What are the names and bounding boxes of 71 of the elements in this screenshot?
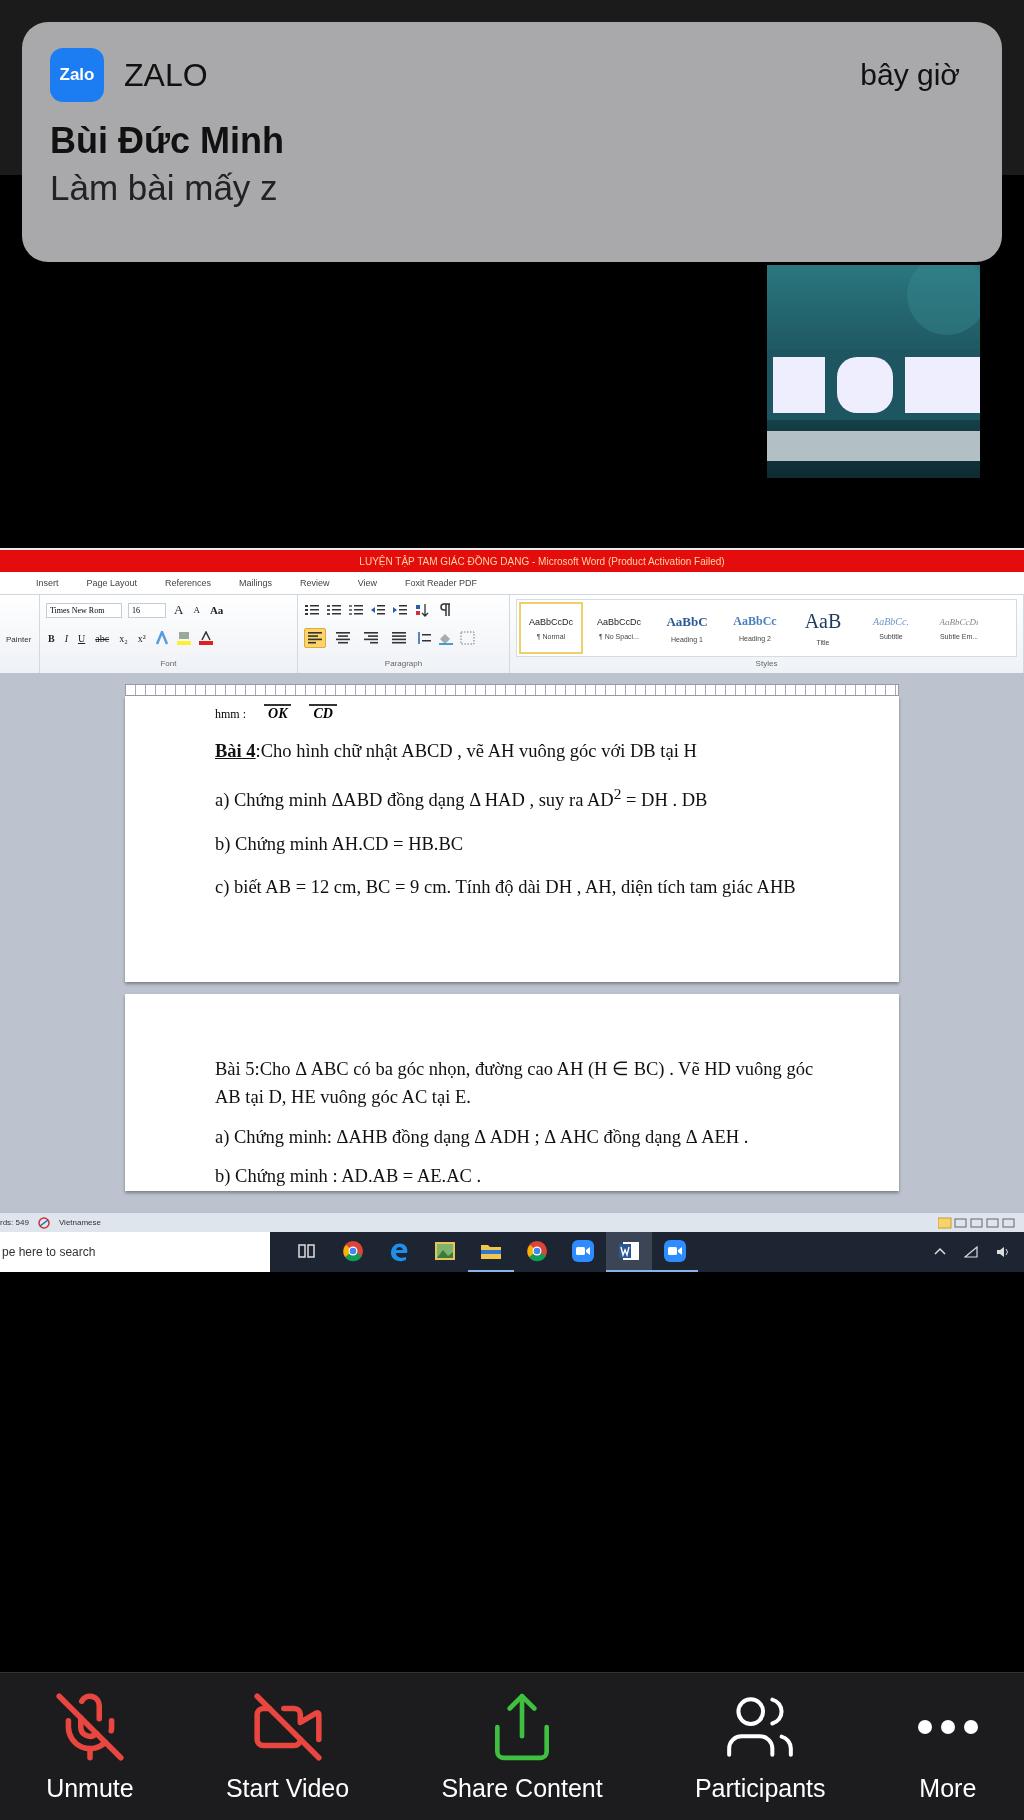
notification-time: bây giờ	[860, 58, 960, 92]
paragraph: Bài 4:Cho hình chữ nhật ABCD , vẽ AH vuông góc với DB tại H	[215, 740, 698, 763]
video-camera-icon[interactable]	[572, 1240, 594, 1262]
toolbar-button[interactable]: Participants	[690, 1682, 830, 1811]
font-button[interactable]: Aa	[207, 604, 226, 616]
paragraph: a) Chứng minh: ΔAHB đồng dạng Δ ADH ; Δ AHC đồng dạng Δ AEH .	[215, 1125, 750, 1149]
paragraph: a) Chứng minh ΔABD đồng dạng Δ HAD , suy ra AD$^{2}$ = DH . DB	[215, 783, 709, 812]
network-icon[interactable]	[964, 1246, 978, 1258]
fraction-denominator: OK	[264, 704, 292, 722]
align-left-button[interactable]	[304, 628, 326, 648]
shading-icon[interactable]	[438, 631, 454, 645]
search-field[interactable]: pe here to search	[0, 1232, 270, 1272]
notification-banner[interactable]: Zalo ZALO bây giờ Bùi Đức Minh Làm bài mấy z	[22, 22, 1002, 262]
group-label: Font	[159, 659, 178, 670]
word-count: rds: 549	[0, 1218, 29, 1227]
toolbar-button[interactable]: Unmute	[42, 1682, 138, 1811]
spelling-icon	[36, 1216, 51, 1229]
speaker-icon[interactable]	[996, 1246, 1010, 1258]
browser-icon[interactable]	[342, 1240, 364, 1262]
toolbar-button[interactable]: More	[913, 1682, 982, 1811]
paragraph: Bài 5:Cho Δ ABC có ba góc nhọn, đường cao AH (H ∈ BC) . Vẽ HD vuông góc AB tại D, HE vuông góc AC tại E.	[215, 1058, 815, 1109]
message-text: Làm bài mấy z	[50, 168, 279, 208]
numbered-list-icon[interactable]	[326, 603, 342, 617]
task-view-icon[interactable]	[298, 1243, 316, 1259]
ribbon-tab[interactable]: Foxit Reader PDF	[391, 578, 491, 588]
ribbon-tab[interactable]: Review	[286, 578, 344, 588]
app-name: ZALO	[124, 56, 209, 94]
window-title: LUYỆN TẬP TAM GIÁC ĐỒNG DẠNG - Microsoft Word (Product Activation Failed)	[359, 555, 725, 567]
ribbon-tab[interactable]: Page Layout	[72, 578, 152, 588]
format-button[interactable]: I	[62, 632, 70, 644]
more-icon	[917, 1720, 978, 1734]
sender-name: Bùi Đức Minh	[50, 120, 286, 162]
group-label: Styles	[754, 659, 779, 670]
paragraph: b) Chứng minh : AD.AB = AE.AC .	[215, 1165, 483, 1189]
format-button[interactable]: B	[46, 632, 57, 644]
bullet-list-icon[interactable]	[304, 603, 320, 617]
increase-indent-icon[interactable]	[392, 603, 408, 617]
ribbon-tab[interactable]: Mailings	[225, 578, 287, 588]
fraction-denominator: CD	[309, 704, 337, 722]
document-icon[interactable]	[618, 1240, 640, 1262]
text-effect-icon[interactable]	[153, 631, 170, 645]
format-button[interactable]: x₂	[117, 632, 130, 644]
text-line: hmm :	[215, 707, 246, 722]
decrease-indent-icon[interactable]	[370, 603, 386, 617]
line-spacing-icon[interactable]	[416, 631, 432, 645]
toolbar-button[interactable]: Start Video	[221, 1682, 354, 1811]
paragraph: c) biết AB = 12 cm, BC = 9 cm. Tính độ dài DH , AH, diện tích tam giác AHB	[215, 876, 797, 900]
chevron-up-icon[interactable]	[934, 1246, 946, 1256]
ribbon-tab[interactable]: View	[343, 578, 391, 588]
ribbon-tab[interactable]: Insert	[22, 578, 73, 588]
group-label: Paragraph	[383, 659, 424, 670]
paragraph: b) Chứng minh AH.CD = HB.BC	[215, 832, 465, 856]
format-painter-label[interactable]: Painter	[6, 635, 33, 644]
format-button[interactable]: abc	[93, 632, 112, 644]
app-icon: Zalo	[50, 48, 104, 102]
browser-icon[interactable]	[526, 1240, 548, 1262]
folder-icon[interactable]	[480, 1242, 502, 1260]
video-camera-icon[interactable]	[664, 1240, 686, 1262]
photo-icon[interactable]	[434, 1241, 456, 1261]
font-button[interactable]: A	[191, 605, 202, 615]
font-button[interactable]: A	[172, 602, 186, 618]
format-button[interactable]: x²	[135, 632, 148, 644]
multilevel-list-icon[interactable]	[348, 603, 364, 617]
language-label[interactable]: Vietnamese	[58, 1218, 101, 1227]
font-color-icon[interactable]	[197, 631, 214, 645]
font-size-field[interactable]: 16	[128, 602, 166, 618]
sort-icon[interactable]	[414, 603, 430, 617]
ribbon-tab[interactable]: References	[151, 578, 226, 588]
format-button[interactable]: U	[76, 632, 88, 644]
toolbar-button[interactable]: Share Content	[437, 1682, 607, 1811]
font-name-field[interactable]: Times New Rom	[46, 602, 122, 618]
